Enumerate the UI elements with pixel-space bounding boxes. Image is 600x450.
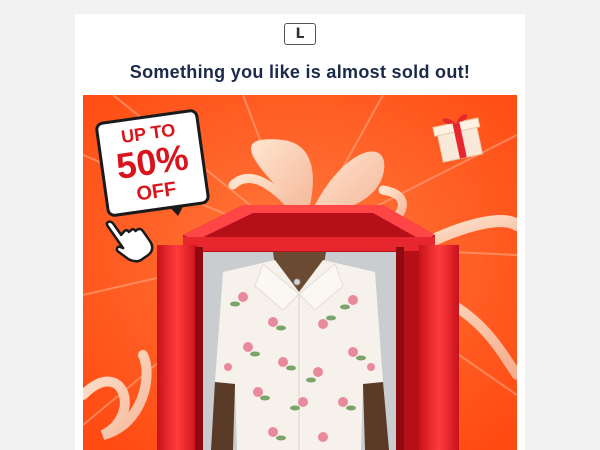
badge-line-percent: 50% [113, 136, 191, 187]
brand-logo[interactable]: L [284, 23, 316, 45]
product-photo[interactable] [203, 252, 396, 450]
promo-banner[interactable]: UP TO 50% OFF [83, 95, 517, 450]
badge-line-off: OFF [135, 178, 178, 206]
discount-badge: UP TO 50% OFF [94, 108, 211, 225]
email-headline: Something you like is almost sold out! [129, 62, 471, 82]
badge-box: UP TO 50% OFF [94, 108, 211, 218]
product-image [203, 252, 396, 450]
email-body: L Something you like is almost sold out! [75, 14, 525, 450]
